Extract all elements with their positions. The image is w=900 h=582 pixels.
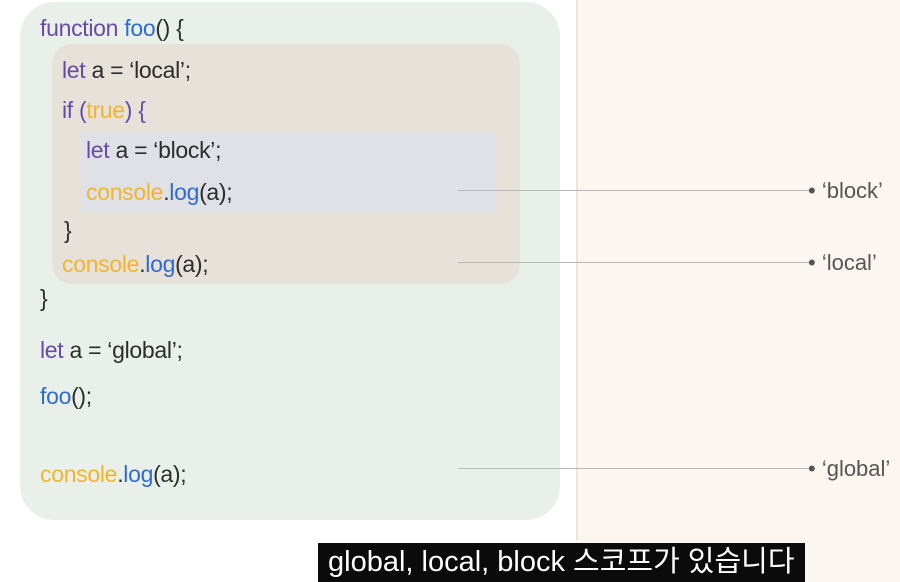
code-line-let-local: let a = ‘local’; [62,56,191,84]
console-object: console [40,461,118,487]
keyword-function: function [40,15,119,41]
keyword-let: let [86,137,110,163]
code-text: (a); [175,251,209,277]
code-text: () { [155,15,184,41]
console-object: console [62,251,140,277]
function-name: foo [124,15,156,41]
log-method: log [123,461,154,487]
console-object: console [86,179,164,205]
code-line-close-if: } [64,216,72,244]
code-line-let-block: let a = ‘block’; [86,136,222,164]
code-line-function-declaration: function foo() { [40,14,184,42]
code-line-let-global: let a = ‘global’; [40,336,183,364]
slide-divider [576,0,578,540]
code-text: } [64,217,72,243]
code-line-if: if (true) { [62,96,146,124]
keyword-if: if ( [62,97,87,123]
code-line-console-log-global: console.log(a); [40,460,187,488]
video-subtitle: global, local, block 스코프가 있습니다 [318,543,805,582]
code-line-foo-call: foo(); [40,382,92,410]
code-text: a = ‘global’; [63,337,183,363]
log-method: log [145,251,176,277]
log-method: log [169,179,200,205]
code-text: a = ‘block’; [109,137,222,163]
code-line-console-log-local: console.log(a); [62,250,209,278]
output-local: • ‘local’ [808,250,877,275]
code-text: } [40,285,48,311]
code-text: ) { [124,97,146,123]
annotation-area [578,0,900,582]
code-text: (); [71,383,92,409]
connector-line-block [458,190,810,191]
code-line-console-log-block: console.log(a); [86,178,233,206]
code-text: (a); [153,461,187,487]
output-global: • ‘global’ [808,456,891,481]
code-line-close-function: } [40,284,48,312]
code-text: (a); [199,179,233,205]
function-name: foo [40,383,72,409]
keyword-let: let [40,337,64,363]
connector-line-global [458,468,810,469]
literal-true: true [86,97,125,123]
keyword-let: let [62,57,86,83]
code-text: a = ‘local’; [85,57,191,83]
output-block: • ‘block’ [808,178,883,203]
connector-line-local [458,262,810,263]
